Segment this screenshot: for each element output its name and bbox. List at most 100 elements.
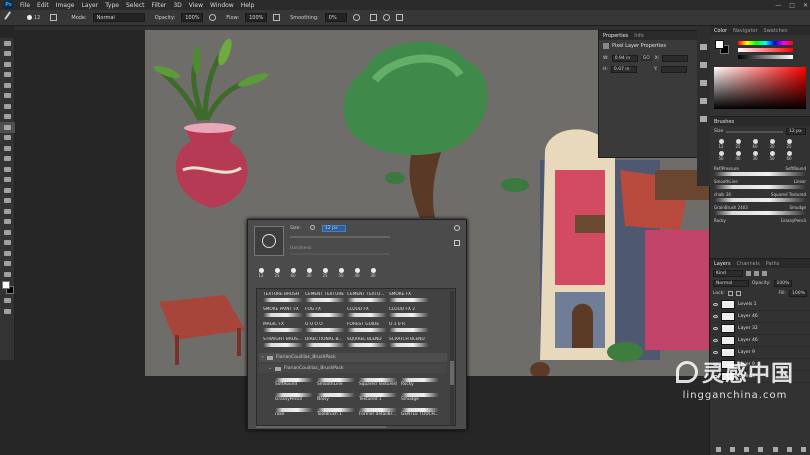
brush-item[interactable]: DIRECTIONAL B... (305, 337, 345, 351)
brush-item[interactable]: GrainBrush 2403 (714, 205, 748, 210)
brush-item[interactable]: STRAIGHT BRUS... (263, 337, 303, 351)
smoothing-gear-icon[interactable] (352, 14, 360, 21)
visibility-eye-icon[interactable] (713, 327, 718, 330)
picker-hardness-slider[interactable] (290, 253, 390, 255)
picker-preset[interactable]: 30 (304, 268, 314, 278)
lock-position-icon[interactable] (735, 291, 741, 296)
history-icon[interactable] (700, 44, 707, 50)
opacity-field[interactable]: 100% (181, 13, 204, 22)
brush-settings-icon[interactable] (50, 14, 58, 21)
gradient-tool-icon[interactable] (0, 164, 15, 175)
brush-item[interactable]: CEMENT TEXTU... (347, 292, 387, 306)
brush-size-field[interactable]: 12 px (786, 128, 806, 135)
delete-layer-icon[interactable] (800, 447, 806, 452)
collapse-arrow-icon[interactable]: ⌄ (268, 364, 272, 373)
visibility-eye-icon[interactable] (713, 303, 718, 306)
h-field[interactable]: 0.07 in (610, 66, 637, 73)
menu-help[interactable]: Help (241, 2, 255, 9)
link-layers-icon[interactable] (716, 447, 721, 452)
brush-preset[interactable]: 50 (714, 151, 728, 161)
layer-row[interactable]: Layer 32 (710, 323, 810, 335)
brush-preset[interactable]: 40 (731, 151, 745, 161)
menu-file[interactable]: File (20, 2, 30, 9)
tab-layers[interactable]: Layers (714, 261, 731, 267)
crop-tool-icon[interactable] (0, 80, 15, 91)
new-group-icon[interactable] (772, 447, 778, 452)
path-select-tool-icon[interactable] (0, 217, 15, 228)
brush-item[interactable]: SoftRound (275, 377, 313, 391)
close-button[interactable]: ✕ (803, 2, 808, 9)
pen-tool-icon[interactable] (0, 196, 15, 207)
picker-preset[interactable]: 25 (272, 268, 282, 278)
frame-tool-icon[interactable] (0, 91, 15, 102)
symmetry-icon[interactable] (395, 14, 403, 21)
blur-tool-icon[interactable] (0, 175, 15, 186)
menu-image[interactable]: Image (56, 2, 75, 9)
menu-layer[interactable]: Layer (81, 2, 98, 9)
healing-tool-icon[interactable] (0, 112, 15, 123)
minimize-button[interactable]: — (775, 2, 781, 9)
new-layer-icon[interactable] (786, 447, 792, 452)
expand-arrow-icon[interactable]: › (262, 353, 264, 362)
brush-item[interactable]: GrassyPencil (275, 392, 313, 406)
brush-item[interactable]: SCRATCH BLEND (389, 337, 429, 351)
lasso-tool-icon[interactable] (0, 59, 15, 70)
brush-preset[interactable]: 60 (748, 139, 762, 149)
hue-slider[interactable] (738, 41, 793, 45)
brush-item[interactable]: SMOKE PAINT FX (263, 307, 303, 321)
tab-color[interactable]: Color (714, 28, 727, 34)
saturation-slider[interactable] (738, 48, 793, 52)
type-tool-icon[interactable] (0, 206, 15, 217)
brush-subgroup-row[interactable]: ⌄ FlorianCouilliac_BrushPack (259, 364, 447, 373)
layer-row[interactable]: Layer 46 (710, 335, 810, 347)
tab-brushes[interactable]: Brushes (714, 119, 734, 125)
more-tools-icon[interactable] (0, 269, 15, 280)
brush-item[interactable]: Ref/Pressure (714, 166, 739, 171)
menu-view[interactable]: View (189, 2, 203, 9)
layer-row[interactable]: Layer 46 (710, 311, 810, 323)
brush-item[interactable]: GENTLE TOUCH... (401, 407, 439, 421)
brightness-slider[interactable] (738, 55, 793, 59)
menu-3d[interactable]: 3D (173, 2, 181, 9)
foreground-color-chip[interactable] (715, 40, 724, 49)
brush-item[interactable]: SmoothLine (714, 179, 738, 184)
tab-info[interactable]: Info (634, 33, 643, 39)
brush-item[interactable]: Former detailBr... (359, 407, 397, 421)
brush-item[interactable]: chalk 36 (714, 192, 731, 197)
menu-type[interactable]: Type (105, 2, 119, 9)
w-field[interactable]: 0.94 in (611, 55, 638, 62)
character-icon[interactable] (700, 116, 707, 122)
brush-item[interactable]: Rocky (401, 377, 439, 391)
flow-field[interactable]: 100% (245, 13, 268, 22)
eyedropper-tool-icon[interactable] (0, 101, 15, 112)
brush-preset[interactable]: 25 (731, 139, 745, 149)
fill-field[interactable]: 100% (789, 290, 807, 297)
brush-item[interactable]: TEXTURE BRUSH (263, 292, 303, 306)
brush-item[interactable]: rake (275, 407, 313, 421)
brush-preset[interactable]: 60 (782, 151, 796, 161)
layer-kind-filter[interactable]: Kind (713, 270, 743, 277)
picker-preset[interactable]: 50 (336, 268, 346, 278)
reset-size-icon[interactable] (310, 225, 315, 230)
eraser-tool-icon[interactable] (0, 154, 15, 165)
quick-mask-icon[interactable] (0, 296, 15, 307)
brush-item[interactable]: Smudge (401, 392, 439, 406)
dodge-tool-icon[interactable] (0, 185, 15, 196)
brush-preset[interactable]: 12 (714, 139, 728, 149)
brush-item[interactable]: O O O O (305, 322, 345, 336)
brush-group-row[interactable]: › FlorianCouilliac_BrushPack (259, 353, 447, 362)
mode-select[interactable]: Normal (92, 13, 145, 22)
picker-preset[interactable]: 12 (256, 268, 266, 278)
brush-size-slider[interactable] (726, 130, 783, 133)
maximize-button[interactable]: □ (789, 2, 795, 9)
blend-mode-select[interactable]: Normal (713, 280, 749, 287)
menu-filter[interactable]: Filter (152, 2, 167, 9)
visibility-eye-icon[interactable] (713, 315, 718, 318)
brush-tool-icon[interactable] (0, 122, 15, 133)
tab-channels[interactable]: Channels (737, 261, 760, 267)
picker-size-field[interactable]: 12 px (322, 225, 346, 232)
adjustments-icon[interactable] (700, 62, 707, 68)
brush-item[interactable]: GrassyPencil (781, 218, 806, 223)
picker-preset[interactable]: 25 (320, 268, 330, 278)
angle-icon[interactable] (369, 14, 377, 21)
